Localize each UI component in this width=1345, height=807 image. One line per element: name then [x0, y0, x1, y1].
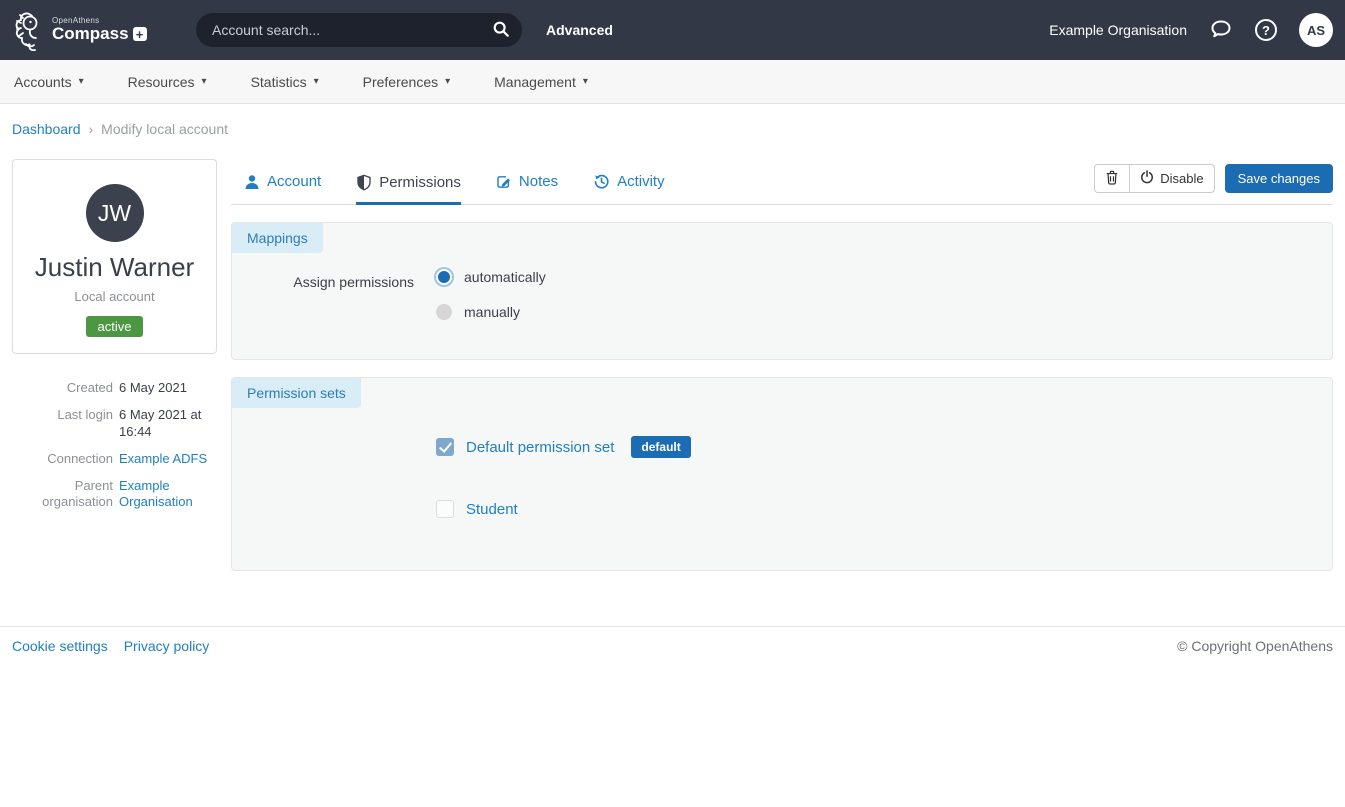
detail-created: Created 6 May 2021	[12, 380, 217, 396]
account-search	[196, 13, 522, 47]
search-icon	[492, 20, 510, 41]
chevron-down-icon: ▾	[202, 76, 207, 87]
mappings-panel-title: Mappings	[232, 223, 323, 253]
feedback-button[interactable]	[1209, 17, 1233, 44]
profile-avatar: JW	[86, 184, 144, 242]
help-button[interactable]: ?	[1255, 19, 1277, 41]
copyright-text: © Copyright OpenAthens	[1177, 638, 1333, 654]
radio-automatically[interactable]: automatically	[436, 269, 546, 285]
radio-selected-icon	[436, 269, 452, 285]
openathens-logo[interactable]: OpenAthens Compass +	[12, 9, 196, 51]
privacy-policy-link[interactable]: Privacy policy	[124, 638, 210, 654]
radio-unselected-icon	[436, 304, 452, 320]
save-changes-button[interactable]: Save changes	[1225, 164, 1333, 193]
permission-set-row: Default permission set default	[232, 436, 1332, 458]
nav-management[interactable]: Management ▾	[472, 60, 610, 103]
help-icon: ?	[1255, 19, 1277, 41]
radio-manually[interactable]: manually	[436, 304, 546, 320]
organisation-name[interactable]: Example Organisation	[1049, 22, 1187, 38]
user-avatar[interactable]: AS	[1299, 13, 1333, 47]
student-link[interactable]: Student	[466, 501, 518, 518]
detail-connection: Connection Example ADFS	[12, 451, 217, 467]
logo-text: OpenAthens Compass +	[52, 17, 147, 43]
nav-statistics[interactable]: Statistics ▾	[229, 60, 341, 103]
cookie-settings-link[interactable]: Cookie settings	[12, 638, 108, 654]
account-tabs: Account Permissions Note	[231, 159, 1333, 205]
chat-bubble-icon	[1209, 17, 1233, 44]
mappings-panel: Mappings Assign permissions automaticall…	[231, 222, 1333, 360]
detail-parent-organisation: Parent organisation Example Organisation	[12, 478, 217, 511]
permission-sets-panel: Permission sets Default permission set d…	[231, 377, 1333, 571]
shield-icon	[356, 174, 372, 191]
search-button[interactable]	[492, 20, 510, 41]
disable-button[interactable]: Disable	[1129, 164, 1214, 193]
breadcrumb: Dashboard › Modify local account	[0, 104, 1345, 137]
pencil-square-icon	[496, 174, 512, 190]
delete-button[interactable]	[1094, 164, 1129, 193]
tab-permissions[interactable]: Permissions	[356, 174, 461, 205]
nav-preferences[interactable]: Preferences ▾	[341, 60, 473, 103]
tab-activity[interactable]: Activity	[593, 173, 665, 204]
breadcrumb-dashboard[interactable]: Dashboard	[12, 121, 81, 137]
tab-account[interactable]: Account	[244, 173, 321, 204]
top-bar: OpenAthens Compass + Advanced Example Or…	[0, 0, 1345, 60]
chevron-down-icon: ▾	[445, 76, 450, 87]
tab-notes[interactable]: Notes	[496, 173, 558, 204]
default-badge[interactable]: default	[631, 436, 690, 458]
profile-card: JW Justin Warner Local account active	[12, 159, 217, 354]
trash-icon	[1105, 170, 1119, 188]
chevron-down-icon: ▾	[583, 76, 588, 87]
person-icon	[244, 174, 260, 190]
permission-sets-panel-title: Permission sets	[232, 378, 361, 408]
checkbox-student[interactable]	[436, 500, 454, 518]
owl-logo-icon	[12, 9, 46, 51]
history-icon	[593, 173, 610, 190]
chevron-down-icon: ▾	[79, 76, 84, 87]
nav-resources[interactable]: Resources ▾	[106, 60, 229, 103]
brand-large: Compass	[52, 25, 129, 43]
permission-set-row: Student	[232, 500, 1332, 518]
main-nav: Accounts ▾ Resources ▾ Statistics ▾ Pref…	[0, 60, 1345, 104]
parent-organisation-link[interactable]: Example Organisation	[119, 478, 217, 511]
account-actions: Disable Save changes	[1094, 164, 1333, 193]
profile-name: Justin Warner	[23, 252, 206, 283]
checkbox-default-permission-set[interactable]	[436, 438, 454, 456]
connection-link[interactable]: Example ADFS	[119, 451, 207, 467]
status-badge: active	[86, 316, 144, 337]
nav-accounts[interactable]: Accounts ▾	[14, 60, 106, 103]
plus-box-icon: +	[133, 27, 147, 41]
detail-last-login: Last login 6 May 2021 at 16:44	[12, 407, 217, 440]
account-details: Created 6 May 2021 Last login 6 May 2021…	[12, 380, 217, 511]
default-permission-set-link[interactable]: Default permission set	[466, 439, 614, 456]
account-type-label: Local account	[23, 289, 206, 304]
page-footer: Cookie settings Privacy policy © Copyrig…	[0, 626, 1345, 665]
chevron-down-icon: ▾	[314, 76, 319, 87]
assign-permissions-label: Assign permissions	[232, 269, 414, 339]
breadcrumb-separator-icon: ›	[89, 121, 94, 137]
account-search-input[interactable]	[212, 22, 492, 38]
advanced-search-link[interactable]: Advanced	[546, 22, 613, 38]
power-icon	[1140, 170, 1154, 187]
breadcrumb-current: Modify local account	[101, 121, 228, 137]
